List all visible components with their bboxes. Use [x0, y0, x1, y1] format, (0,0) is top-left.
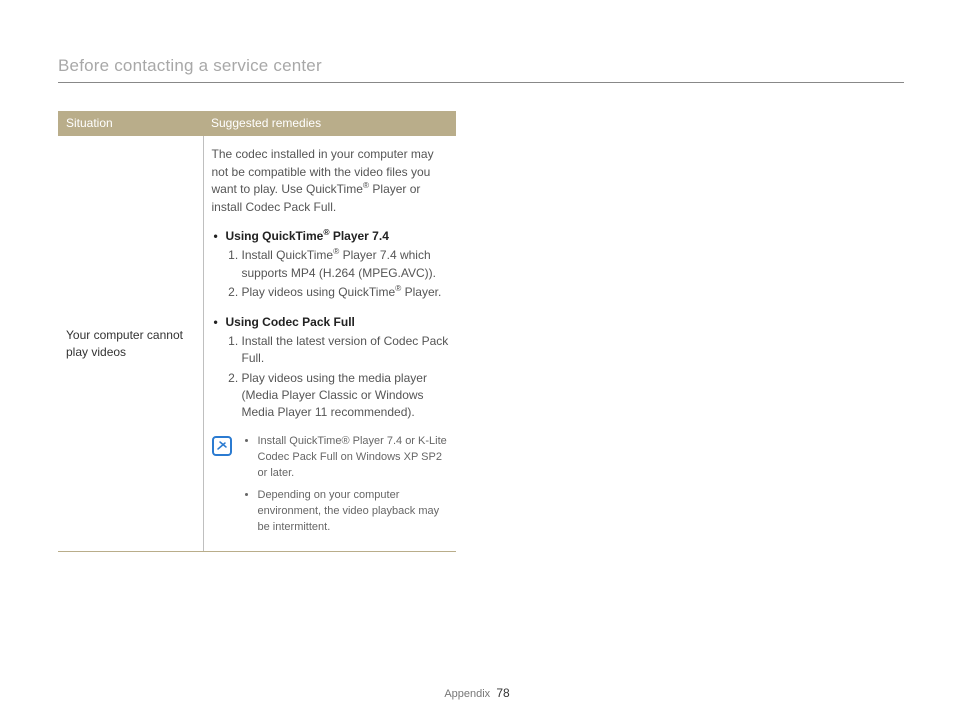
list-item: Install the latest version of Codec Pack… — [242, 333, 451, 368]
page-number: 78 — [496, 686, 509, 700]
list-item: Depending on your computer environment, … — [258, 488, 451, 536]
list-item: Play videos using QuickTime® Player. — [242, 284, 451, 301]
section-title: Before contacting a service center — [58, 56, 904, 83]
footer-section: Appendix — [444, 688, 490, 700]
troubleshoot-table: Situation Suggested remedies Your comput… — [58, 111, 456, 552]
quicktime-heading: Using QuickTime® Player 7.4 — [212, 228, 451, 245]
quicktime-steps: Install QuickTime® Player 7.4 which supp… — [242, 247, 451, 301]
note-list: Install QuickTime® Player 7.4 or K-Lite … — [258, 434, 451, 542]
list-item: Install QuickTime® Player 7.4 or K-Lite … — [258, 434, 451, 482]
col-remedies: Suggested remedies — [203, 111, 456, 136]
col-situation: Situation — [58, 111, 203, 136]
situation-text: Your computer cannot play videos — [58, 136, 203, 552]
remedy-intro: The codec installed in your computer may… — [212, 146, 451, 216]
list-item: Play videos using the media player (Medi… — [242, 370, 451, 422]
list-item: Install QuickTime® Player 7.4 which supp… — [242, 247, 451, 282]
remedy-cell: The codec installed in your computer may… — [203, 136, 456, 552]
page-footer: Appendix 78 — [0, 686, 954, 700]
table-row: Your computer cannot play videos The cod… — [58, 136, 456, 552]
codecpack-steps: Install the latest version of Codec Pack… — [242, 333, 451, 422]
note-block: Install QuickTime® Player 7.4 or K-Lite … — [212, 434, 451, 542]
note-icon — [212, 436, 232, 456]
codecpack-heading: Using Codec Pack Full — [212, 314, 451, 331]
